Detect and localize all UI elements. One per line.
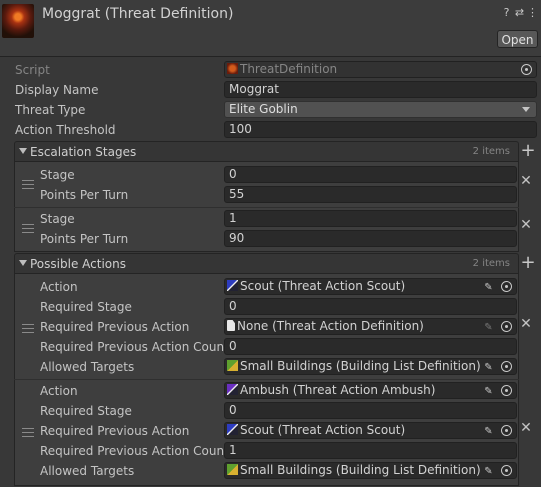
required-previous-action-label: Required Previous Action [40, 424, 190, 438]
action-label: Action [40, 280, 78, 294]
required-previous-action-count-label: Required Previous Action Count [40, 444, 229, 458]
possible-actions-count: 2 items [472, 258, 510, 269]
edit-pencil-icon[interactable]: ✎ [483, 386, 494, 397]
escalation-stages-title: Escalation Stages [30, 145, 137, 159]
element-divider [14, 207, 519, 208]
allowed-targets-label: Allowed Targets [40, 360, 135, 374]
document-icon [227, 320, 235, 331]
stage-input[interactable]: 0 [224, 166, 517, 183]
drag-handle-icon[interactable] [22, 324, 34, 333]
drag-handle-icon[interactable] [22, 180, 34, 189]
allowed-targets-field[interactable]: Small Buildings (Building List Definitio… [224, 462, 517, 479]
points-per-turn-label: Points Per Turn [40, 232, 129, 246]
required-previous-action-count-input[interactable]: 1 [224, 442, 517, 459]
add-escalation-stage-icon[interactable]: + [520, 142, 536, 160]
buildings-icon [227, 464, 238, 475]
display-name-label: Display Name [15, 83, 99, 97]
edit-pencil-icon[interactable]: ✎ [483, 282, 494, 293]
object-picker-icon[interactable] [501, 385, 512, 396]
remove-stage-icon[interactable]: ✕ [520, 174, 532, 188]
required-previous-action-value: Scout (Threat Action Scout) [240, 423, 406, 437]
foldout-arrow-icon [19, 148, 27, 154]
required-previous-action-value: None (Threat Action Definition) [237, 319, 424, 333]
threat-type-dropdown[interactable]: Elite Goblin [224, 101, 537, 118]
edit-pencil-icon[interactable]: ✎ [483, 466, 494, 477]
required-previous-action-field[interactable]: Scout (Threat Action Scout) ✎ [224, 422, 517, 439]
help-icon[interactable]: ? [500, 6, 513, 19]
edit-pencil-icon[interactable]: ✎ [483, 426, 494, 437]
script-field: ThreatDefinition [224, 61, 537, 78]
possible-actions-header[interactable]: Possible Actions 2 items [14, 253, 519, 274]
object-picker-icon[interactable] [501, 465, 512, 476]
points-per-turn-label: Points Per Turn [40, 188, 129, 202]
buildings-icon [227, 360, 238, 371]
remove-action-icon[interactable]: ✕ [520, 317, 532, 331]
required-stage-input[interactable]: 0 [224, 402, 517, 419]
action-label: Action [40, 384, 78, 398]
add-possible-action-icon[interactable]: + [520, 254, 536, 272]
action-threshold-input[interactable]: 100 [224, 121, 537, 138]
scout-icon [227, 280, 238, 291]
more-menu-icon[interactable]: ⋮ [526, 6, 539, 19]
stage-input[interactable]: 1 [224, 210, 517, 227]
action-value: Scout (Threat Action Scout) [240, 279, 406, 293]
required-stage-input[interactable]: 0 [224, 298, 517, 315]
required-previous-action-label: Required Previous Action [40, 320, 190, 334]
points-per-turn-input[interactable]: 55 [224, 186, 517, 203]
script-value: ThreatDefinition [240, 62, 338, 76]
threat-type-label: Threat Type [15, 103, 86, 117]
object-picker-icon[interactable] [501, 321, 512, 332]
required-stage-label: Required Stage [40, 404, 132, 418]
action-object-field[interactable]: Scout (Threat Action Scout) ✎ [224, 278, 517, 295]
object-picker-icon[interactable] [501, 425, 512, 436]
required-previous-action-count-input[interactable]: 0 [224, 338, 517, 355]
required-previous-action-count-label: Required Previous Action Count [40, 340, 229, 354]
preset-icon[interactable]: ⇄ [513, 6, 526, 19]
drag-handle-icon[interactable] [22, 224, 34, 233]
asset-title: Moggrat (Threat Definition) [42, 6, 234, 22]
edit-pencil-icon[interactable]: ✎ [483, 362, 494, 373]
stage-label: Stage [40, 168, 75, 182]
object-picker-icon[interactable] [501, 281, 512, 292]
allowed-targets-label: Allowed Targets [40, 464, 135, 478]
required-previous-action-field[interactable]: None (Threat Action Definition) ✎ [224, 318, 517, 335]
chevron-down-icon [522, 107, 530, 112]
ambush-icon [227, 384, 238, 395]
action-object-field[interactable]: Ambush (Threat Action Ambush) ✎ [224, 382, 517, 399]
action-value: Ambush (Threat Action Ambush) [240, 383, 436, 397]
stage-label: Stage [40, 212, 75, 226]
remove-stage-icon[interactable]: ✕ [520, 218, 532, 232]
script-label: Script [15, 63, 50, 77]
escalation-stages-count: 2 items [472, 146, 510, 157]
element-divider [14, 379, 519, 380]
allowed-targets-field[interactable]: Small Buildings (Building List Definitio… [224, 358, 517, 375]
points-per-turn-input[interactable]: 90 [224, 230, 517, 247]
allowed-targets-value: Small Buildings (Building List Definitio… [240, 359, 481, 373]
allowed-targets-value: Small Buildings (Building List Definitio… [240, 463, 481, 477]
script-icon [227, 63, 238, 74]
scout-icon [227, 424, 238, 435]
action-threshold-label: Action Threshold [15, 123, 116, 137]
remove-action-icon[interactable]: ✕ [520, 421, 532, 435]
escalation-stages-header[interactable]: Escalation Stages 2 items [14, 141, 519, 162]
required-stage-label: Required Stage [40, 300, 132, 314]
object-picker-icon [521, 64, 532, 75]
open-button[interactable]: Open [497, 30, 538, 48]
edit-pencil-icon[interactable]: ✎ [483, 322, 494, 333]
foldout-arrow-icon [19, 260, 27, 266]
asset-thumbnail [2, 4, 34, 38]
threat-type-value: Elite Goblin [229, 102, 298, 116]
object-picker-icon[interactable] [501, 361, 512, 372]
drag-handle-icon[interactable] [22, 428, 34, 437]
display-name-input[interactable]: Moggrat [224, 81, 537, 98]
possible-actions-title: Possible Actions [30, 257, 126, 271]
